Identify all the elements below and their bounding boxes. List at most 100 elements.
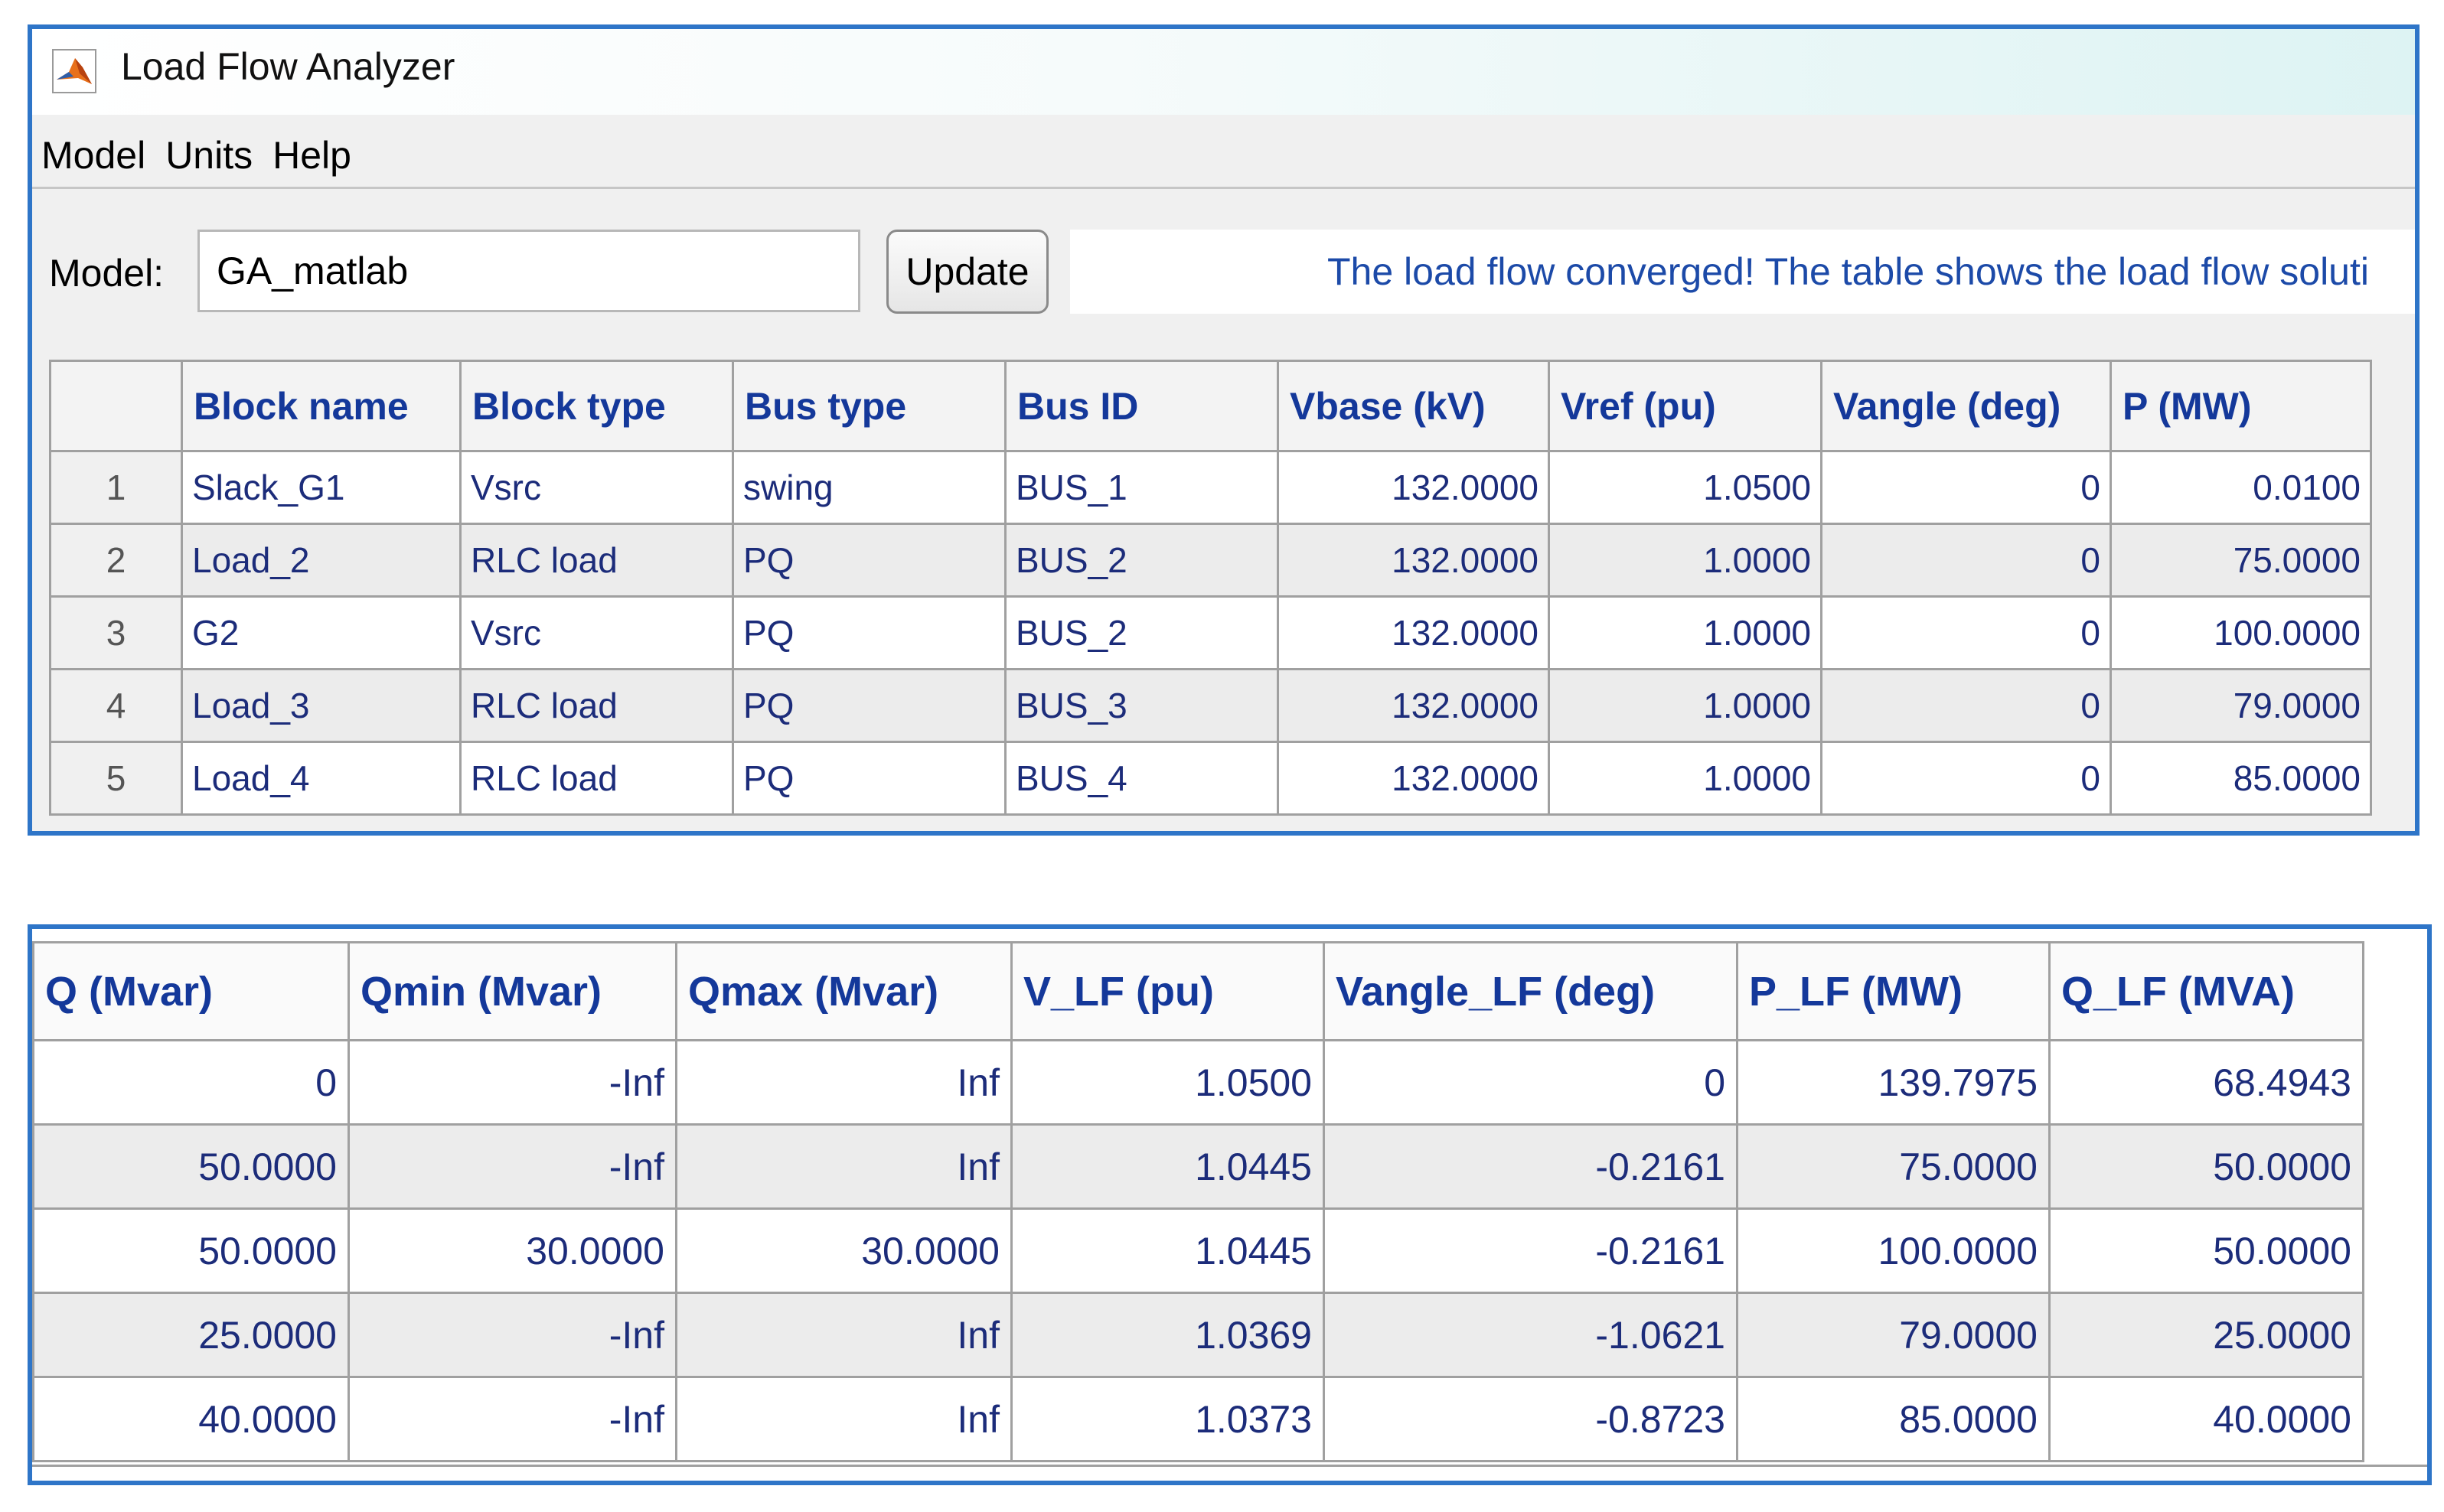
table-cell[interactable]: 40.0000 xyxy=(32,1376,350,1462)
column-header[interactable]: Qmax (Mvar) xyxy=(675,941,1013,1041)
table-cell[interactable]: 132.0000 xyxy=(1277,668,1550,743)
table-cell[interactable]: 0 xyxy=(32,1039,350,1126)
table-cell[interactable]: 25.0000 xyxy=(32,1292,350,1378)
table-cell[interactable]: 132.0000 xyxy=(1277,523,1550,598)
table-row[interactable]: 0 -Inf Inf 1.0500 0 139.7975 68.4943 xyxy=(32,1039,2364,1126)
column-header[interactable]: Block name xyxy=(181,360,462,452)
table-cell[interactable]: RLC load xyxy=(459,741,734,816)
table-cell[interactable]: PQ xyxy=(732,668,1007,743)
table-cell[interactable]: PQ xyxy=(732,595,1007,670)
column-header[interactable]: Q (Mvar) xyxy=(32,941,350,1041)
table-row[interactable]: 1 Slack_G1 Vsrc swing BUS_1 132.0000 1.0… xyxy=(49,450,2372,525)
menu-model[interactable]: Model xyxy=(41,133,145,178)
table-row[interactable]: 4 Load_3 RLC load PQ BUS_3 132.0000 1.00… xyxy=(49,668,2372,743)
table-cell[interactable]: BUS_3 xyxy=(1004,668,1279,743)
column-header[interactable]: Vangle (deg) xyxy=(1820,360,2112,452)
table-cell[interactable]: BUS_2 xyxy=(1004,523,1279,598)
column-header[interactable]: P (MW) xyxy=(2110,360,2372,452)
table-row[interactable]: 2 Load_2 RLC load PQ BUS_2 132.0000 1.00… xyxy=(49,523,2372,598)
table-cell[interactable]: -Inf xyxy=(348,1292,677,1378)
table-cell[interactable]: swing xyxy=(732,450,1007,525)
table-cell[interactable]: 139.7975 xyxy=(1736,1039,2051,1126)
table-row[interactable]: 50.0000 30.0000 30.0000 1.0445 -0.2161 1… xyxy=(32,1207,2364,1294)
table-cell[interactable]: 1.0500 xyxy=(1010,1039,1325,1126)
table-cell[interactable]: 40.0000 xyxy=(2048,1376,2364,1462)
table-cell[interactable]: RLC load xyxy=(459,523,734,598)
column-header[interactable]: Block type xyxy=(459,360,734,452)
table-cell[interactable]: 50.0000 xyxy=(32,1207,350,1294)
table-cell[interactable]: 30.0000 xyxy=(675,1207,1013,1294)
table-cell[interactable]: 30.0000 xyxy=(348,1207,677,1294)
table-cell[interactable]: -0.2161 xyxy=(1323,1123,1738,1210)
table-cell[interactable]: -0.8723 xyxy=(1323,1376,1738,1462)
table-cell[interactable]: 0 xyxy=(1820,741,2112,816)
table-cell[interactable]: 79.0000 xyxy=(2110,668,2372,743)
table-cell[interactable]: RLC load xyxy=(459,668,734,743)
table-row[interactable]: 5 Load_4 RLC load PQ BUS_4 132.0000 1.00… xyxy=(49,741,2372,816)
table-cell[interactable]: 1.0000 xyxy=(1548,595,1822,670)
table-row[interactable]: 40.0000 -Inf Inf 1.0373 -0.8723 85.0000 … xyxy=(32,1376,2364,1462)
table-row[interactable]: 3 G2 Vsrc PQ BUS_2 132.0000 1.0000 0 100… xyxy=(49,595,2372,670)
table-cell[interactable]: BUS_2 xyxy=(1004,595,1279,670)
table-cell[interactable]: 132.0000 xyxy=(1277,450,1550,525)
table-cell[interactable]: Inf xyxy=(675,1039,1013,1126)
table-cell[interactable]: PQ xyxy=(732,523,1007,598)
table-cell[interactable]: -Inf xyxy=(348,1123,677,1210)
table-cell[interactable]: 1.0000 xyxy=(1548,741,1822,816)
table-cell[interactable]: 100.0000 xyxy=(2110,595,2372,670)
table-cell[interactable]: -0.2161 xyxy=(1323,1207,1738,1294)
table-cell[interactable]: 75.0000 xyxy=(1736,1123,2051,1210)
table-cell[interactable]: 50.0000 xyxy=(32,1123,350,1210)
column-header[interactable]: Bus type xyxy=(732,360,1007,452)
table-cell[interactable]: BUS_1 xyxy=(1004,450,1279,525)
menu-help[interactable]: Help xyxy=(272,133,351,178)
table-cell[interactable]: Vsrc xyxy=(459,595,734,670)
table-cell[interactable]: 1.0500 xyxy=(1548,450,1822,525)
table-cell[interactable]: 1.0000 xyxy=(1548,668,1822,743)
model-name-input[interactable] xyxy=(197,230,860,312)
table-cell[interactable]: G2 xyxy=(181,595,462,670)
column-header[interactable]: P_LF (MW) xyxy=(1736,941,2051,1041)
table-cell[interactable]: -Inf xyxy=(348,1376,677,1462)
table-cell[interactable]: 0 xyxy=(1820,523,2112,598)
table-cell[interactable]: 75.0000 xyxy=(2110,523,2372,598)
table-cell[interactable]: 1.0000 xyxy=(1548,523,1822,598)
column-header[interactable]: Q_LF (MVA) xyxy=(2048,941,2364,1041)
table-cell[interactable]: 0 xyxy=(1820,595,2112,670)
column-header[interactable]: Vbase (kV) xyxy=(1277,360,1550,452)
table-cell[interactable]: 79.0000 xyxy=(1736,1292,2051,1378)
table-cell[interactable]: 100.0000 xyxy=(1736,1207,2051,1294)
table-cell[interactable]: 1.0369 xyxy=(1010,1292,1325,1378)
table-cell[interactable]: Load_2 xyxy=(181,523,462,598)
table-cell[interactable]: -Inf xyxy=(348,1039,677,1126)
table-cell[interactable]: -1.0621 xyxy=(1323,1292,1738,1378)
table-cell[interactable]: PQ xyxy=(732,741,1007,816)
table-cell[interactable]: 25.0000 xyxy=(2048,1292,2364,1378)
table-cell[interactable]: 1.0445 xyxy=(1010,1207,1325,1294)
table-cell[interactable]: Load_4 xyxy=(181,741,462,816)
table-cell[interactable]: 50.0000 xyxy=(2048,1123,2364,1210)
table-cell[interactable]: 50.0000 xyxy=(2048,1207,2364,1294)
table-cell[interactable]: 85.0000 xyxy=(2110,741,2372,816)
table-cell[interactable]: 0 xyxy=(1820,450,2112,525)
column-header[interactable]: V_LF (pu) xyxy=(1010,941,1325,1041)
table-cell[interactable]: BUS_4 xyxy=(1004,741,1279,816)
table-cell[interactable]: 0.0100 xyxy=(2110,450,2372,525)
table-cell[interactable]: 0 xyxy=(1820,668,2112,743)
table-cell[interactable]: 68.4943 xyxy=(2048,1039,2364,1126)
table-cell[interactable]: 1.0445 xyxy=(1010,1123,1325,1210)
table-cell[interactable]: Inf xyxy=(675,1292,1013,1378)
column-header[interactable]: Vangle_LF (deg) xyxy=(1323,941,1738,1041)
table-cell[interactable]: 0 xyxy=(1323,1039,1738,1126)
table-cell[interactable]: Inf xyxy=(675,1376,1013,1462)
table-cell[interactable]: 132.0000 xyxy=(1277,595,1550,670)
table-cell[interactable]: 85.0000 xyxy=(1736,1376,2051,1462)
table-cell[interactable]: Slack_G1 xyxy=(181,450,462,525)
table-cell[interactable]: Load_3 xyxy=(181,668,462,743)
table-row[interactable]: 25.0000 -Inf Inf 1.0369 -1.0621 79.0000 … xyxy=(32,1292,2364,1378)
table-cell[interactable]: Vsrc xyxy=(459,450,734,525)
menu-units[interactable]: Units xyxy=(165,133,253,178)
column-header[interactable]: Bus ID xyxy=(1004,360,1279,452)
table-cell[interactable]: 1.0373 xyxy=(1010,1376,1325,1462)
table-row[interactable]: 50.0000 -Inf Inf 1.0445 -0.2161 75.0000 … xyxy=(32,1123,2364,1210)
